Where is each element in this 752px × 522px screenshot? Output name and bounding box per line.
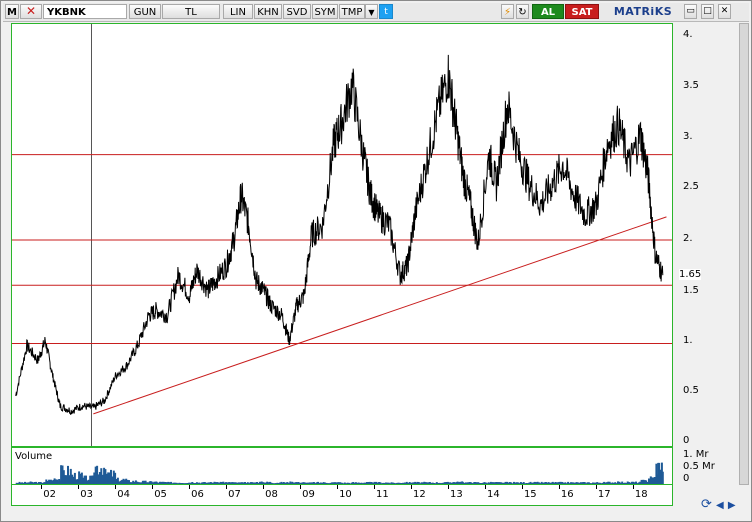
x-tick-label: 12: [413, 489, 426, 500]
x-tick-label: 04: [117, 489, 130, 500]
x-tick-label: 02: [43, 489, 56, 500]
y-tick: 0: [683, 435, 690, 446]
volume-label: Volume: [15, 451, 53, 462]
lightning-icon[interactable]: ⚡: [501, 4, 514, 19]
twitter-icon[interactable]: t: [379, 4, 393, 19]
symbol-flag-icon[interactable]: ✕: [20, 4, 42, 19]
buy-button[interactable]: AL: [532, 4, 564, 19]
current-price-label: 1.65: [679, 269, 702, 280]
brand-logo: MATRiKS: [613, 5, 673, 18]
x-tick-mark: [411, 485, 413, 489]
y-tick: 1.: [683, 335, 693, 346]
x-tick-label: 09: [302, 489, 315, 500]
x-tick-label: 15: [523, 489, 537, 500]
period-button[interactable]: GUN: [129, 4, 161, 19]
x-tick-label: 11: [376, 489, 389, 500]
x-tick-label: 18: [634, 489, 648, 500]
chart-window: M ✕ YKBNK GUN TL LIN KHN SVD SYM TMP ▼ t…: [0, 0, 752, 522]
scale-button[interactable]: LIN: [223, 4, 253, 19]
sell-button[interactable]: SAT: [565, 4, 599, 19]
price-series-line: [15, 54, 664, 415]
volume-panel[interactable]: Volume: [11, 447, 673, 485]
x-tick-mark: [521, 485, 523, 489]
navigation-controls: ⟳ ◀ ▶: [701, 497, 743, 515]
x-tick-mark: [484, 485, 486, 489]
x-tick-mark: [632, 485, 634, 489]
svd-button[interactable]: SVD: [283, 4, 311, 19]
x-tick-label: 10: [339, 489, 352, 500]
x-tick-label: 13: [450, 489, 463, 500]
x-tick-mark: [189, 485, 191, 489]
x-tick-label: 06: [191, 489, 204, 500]
x-tick-label: 17: [597, 489, 611, 500]
volume-tick: 1. Mr: [683, 449, 709, 460]
x-tick-mark: [152, 485, 154, 489]
y-tick: 2.: [683, 233, 693, 244]
x-tick-mark: [374, 485, 376, 489]
x-tick-mark: [448, 485, 449, 489]
sym-button[interactable]: SYM: [312, 4, 338, 19]
y-tick: 3.5: [683, 80, 699, 91]
price-chart-svg: [12, 24, 672, 446]
template-dropdown-icon[interactable]: ▼: [365, 4, 378, 19]
x-tick-label: 14: [486, 489, 500, 500]
app-logo[interactable]: M: [5, 4, 19, 19]
volume-tick: 0: [683, 473, 690, 484]
y-tick: 0.5: [683, 385, 699, 396]
x-tick-mark: [115, 485, 117, 489]
khn-button[interactable]: KHN: [254, 4, 282, 19]
currency-button[interactable]: TL: [162, 4, 220, 19]
y-tick: 2.5: [683, 181, 699, 192]
x-tick-mark: [337, 485, 339, 489]
price-chart[interactable]: [11, 23, 673, 447]
x-tick-mark: [226, 485, 228, 489]
x-tick-label: 16: [560, 489, 574, 500]
x-tick-mark: [300, 485, 302, 489]
refresh-icon[interactable]: ↻: [516, 4, 529, 19]
trend-line: [93, 216, 667, 415]
volume-tick: 0.5 Mr: [683, 461, 715, 472]
toolbar: M ✕ YKBNK GUN TL LIN KHN SVD SYM TMP ▼ t…: [3, 3, 749, 22]
symbol-input[interactable]: YKBNK: [43, 4, 127, 19]
vertical-scrollbar[interactable]: [739, 23, 749, 485]
close-icon[interactable]: ✕: [718, 4, 731, 19]
x-tick-label: 08: [265, 489, 278, 500]
x-tick-mark: [595, 485, 597, 489]
x-tick-label: 07: [228, 489, 241, 500]
volume-bar: [661, 471, 664, 484]
y-tick: 3.: [683, 131, 693, 142]
x-tick-label: 03: [80, 489, 93, 500]
x-tick-mark: [41, 485, 43, 489]
x-tick-mark: [263, 485, 265, 489]
prev-icon[interactable]: ◀: [716, 500, 724, 511]
x-tick-mark: [78, 485, 80, 489]
sync-icon[interactable]: ⟳: [701, 497, 712, 512]
minimize-icon[interactable]: ▭: [684, 4, 697, 19]
next-icon[interactable]: ▶: [728, 500, 736, 511]
y-tick: 1.5: [683, 285, 699, 296]
x-axis[interactable]: 02 03 04 05 06 07 08 09 10 11 12 13 14 15 16 17 18: [11, 485, 673, 506]
x-axis-labels: 02 03 04 05 06 07 08 09 10 11 12 13 14 15 16 17 18: [12, 485, 672, 505]
price-axis[interactable]: 4. 3.5 3. 2.5 2. 1.5 1. 0.5 0 1.65 1. Mr…: [673, 23, 743, 484]
y-tick: 4.: [683, 29, 693, 40]
x-tick-mark: [558, 485, 560, 489]
x-tick-label: 05: [154, 489, 167, 500]
restore-icon[interactable]: □: [701, 4, 714, 19]
template-button[interactable]: TMP: [339, 4, 365, 19]
volume-chart-svg: [15, 462, 664, 484]
